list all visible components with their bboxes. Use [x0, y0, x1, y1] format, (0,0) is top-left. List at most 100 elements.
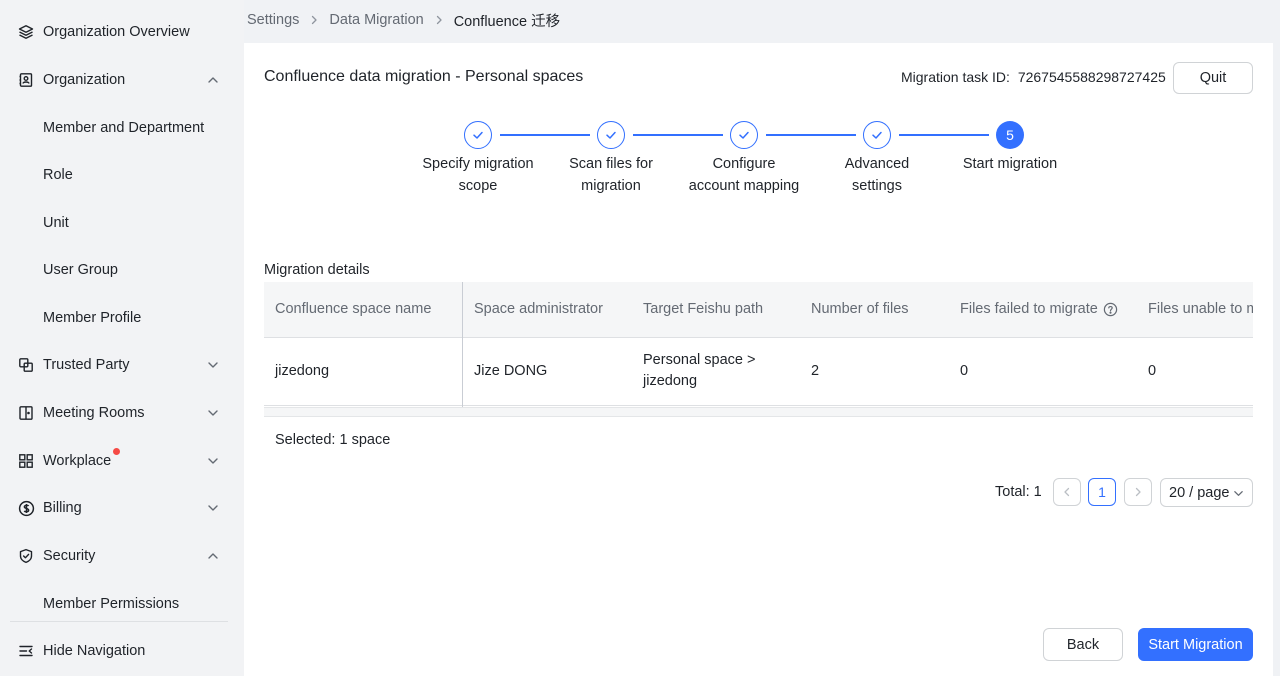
nav-organization[interactable]: Organization	[0, 60, 236, 100]
column-header: Space administrator	[474, 301, 603, 317]
page-title: Confluence data migration - Personal spa…	[264, 68, 584, 85]
step-label-line: settings	[852, 178, 902, 194]
nav-label: Security	[43, 548, 96, 564]
nav-label: Trusted Party	[43, 357, 130, 373]
nav-user-group[interactable]: User Group	[0, 250, 236, 290]
chevron-down-icon[interactable]	[205, 357, 221, 373]
back-button[interactable]: Back	[1043, 628, 1123, 661]
step-1-done	[464, 121, 492, 149]
next-page-button[interactable]	[1124, 478, 1152, 506]
task-id-label: Migration task ID:	[901, 69, 1010, 85]
nav-label: Billing	[43, 500, 82, 516]
nav-label: Member Permissions	[43, 596, 180, 612]
chevron-down-icon[interactable]	[205, 453, 221, 469]
pagination-total: Total: 1	[995, 484, 1042, 500]
door-icon	[17, 404, 35, 422]
nav-member-and-department[interactable]: Member and Department	[0, 108, 236, 148]
page-1-button[interactable]: 1	[1088, 478, 1116, 506]
cell-target-path: Personal space > jizedong	[643, 350, 755, 392]
nav-label: User Group	[43, 262, 118, 278]
quit-button[interactable]: Quit	[1173, 62, 1253, 94]
main-panel: Confluence data migration - Personal spa…	[244, 43, 1273, 676]
step-label-line: Start migration	[962, 156, 1058, 172]
step-label-line: Specify migration	[422, 156, 534, 172]
chevron-right-icon	[434, 15, 444, 25]
check-icon	[739, 131, 749, 139]
breadcrumb-current: Confluence 迁移	[453, 13, 561, 30]
shield-icon	[17, 547, 35, 565]
step-connector	[633, 134, 723, 136]
nav-trusted-party[interactable]: Trusted Party	[0, 345, 236, 385]
selected-count: Selected: 1 space	[275, 432, 391, 448]
step-connector	[500, 134, 590, 136]
nav-label: Unit	[43, 215, 69, 231]
nav-organization-overview[interactable]: Organization Overview	[0, 12, 236, 52]
chevron-right-icon	[309, 15, 319, 25]
horizontal-scrollbar[interactable]	[264, 407, 1253, 417]
chevron-right-icon	[1135, 487, 1141, 497]
step-2-label: Scan files for migration	[541, 153, 681, 197]
chevron-down-icon[interactable]	[205, 500, 221, 516]
chevron-down-icon[interactable]	[205, 405, 221, 421]
hide-navigation-label: Hide Navigation	[43, 643, 146, 659]
nav-label: Role	[43, 167, 73, 183]
cell-files-unable: 0	[1148, 363, 1157, 379]
nav-meeting-rooms[interactable]: Meeting Rooms	[0, 393, 236, 433]
step-5-active: 5	[996, 121, 1024, 149]
step-3-done	[730, 121, 758, 149]
step-label-line: Advanced	[844, 156, 910, 172]
nav-label: Member Profile	[43, 310, 142, 326]
fixed-column-divider	[462, 282, 463, 407]
nav-label: Organization Overview	[43, 24, 190, 40]
chevron-up-icon[interactable]	[205, 548, 221, 564]
check-icon	[606, 131, 616, 139]
step-connector	[766, 134, 856, 136]
nav-role[interactable]: Role	[0, 155, 236, 195]
cell-number-of-files: 2	[811, 363, 820, 379]
table-header: Confluence space name Space administrato…	[264, 282, 1253, 338]
column-header: Number of files	[811, 301, 909, 317]
nav-member-profile[interactable]: Member Profile	[0, 298, 236, 338]
nav-label: Meeting Rooms	[43, 405, 145, 421]
nav-billing[interactable]: Billing	[0, 488, 236, 528]
column-header: Confluence space name	[275, 301, 432, 317]
nav-divider	[10, 621, 228, 622]
migration-details-title: Migration details	[264, 262, 370, 278]
target-path-line: Personal space >	[643, 352, 756, 368]
step-label-line: Configure	[712, 156, 776, 172]
check-icon	[872, 131, 882, 139]
check-icon	[473, 131, 483, 139]
nav-label: Workplace	[43, 453, 112, 469]
page-size-select[interactable]: 20 / page	[1160, 478, 1253, 507]
nav-security[interactable]: Security	[0, 536, 236, 576]
step-connector	[899, 134, 989, 136]
linked-squares-icon	[17, 356, 35, 374]
start-migration-button[interactable]: Start Migration	[1138, 628, 1253, 661]
nav-unit[interactable]: Unit	[0, 203, 236, 243]
step-label-line: migration	[581, 178, 641, 194]
nav-member-permissions[interactable]: Member Permissions	[0, 584, 236, 624]
help-icon[interactable]	[1103, 302, 1118, 317]
dollar-icon	[17, 499, 35, 517]
step-4-done	[863, 121, 891, 149]
cell-space-admin: Jize DONG	[474, 363, 548, 379]
nav-workplace[interactable]: Workplace	[0, 441, 236, 481]
cell-files-failed: 0	[960, 363, 969, 379]
breadcrumb-data-migration[interactable]: Data Migration	[329, 12, 423, 28]
collapse-menu-icon	[17, 642, 35, 660]
hide-navigation-button[interactable]: Hide Navigation	[0, 631, 236, 671]
breadcrumb-settings[interactable]: Settings	[247, 12, 299, 28]
column-header-failed: Files failed to migrate	[960, 301, 1118, 317]
step-label-line: account mapping	[688, 178, 800, 194]
migration-task-id: Migration task ID: 7267545588298727425	[901, 69, 1166, 85]
column-header-label: Files failed to migrate	[960, 301, 1098, 317]
step-label-line: Scan files for	[569, 156, 653, 172]
column-header: Target Feishu path	[643, 301, 764, 317]
nav-label: Organization	[43, 72, 126, 88]
table-row[interactable]: jizedong Jize DONG Personal space > jize…	[264, 338, 1253, 406]
prev-page-button[interactable]	[1053, 478, 1081, 506]
layers-icon	[17, 23, 35, 41]
chevron-down-icon	[1233, 487, 1244, 503]
notification-dot	[113, 448, 120, 455]
chevron-up-icon[interactable]	[205, 72, 221, 88]
